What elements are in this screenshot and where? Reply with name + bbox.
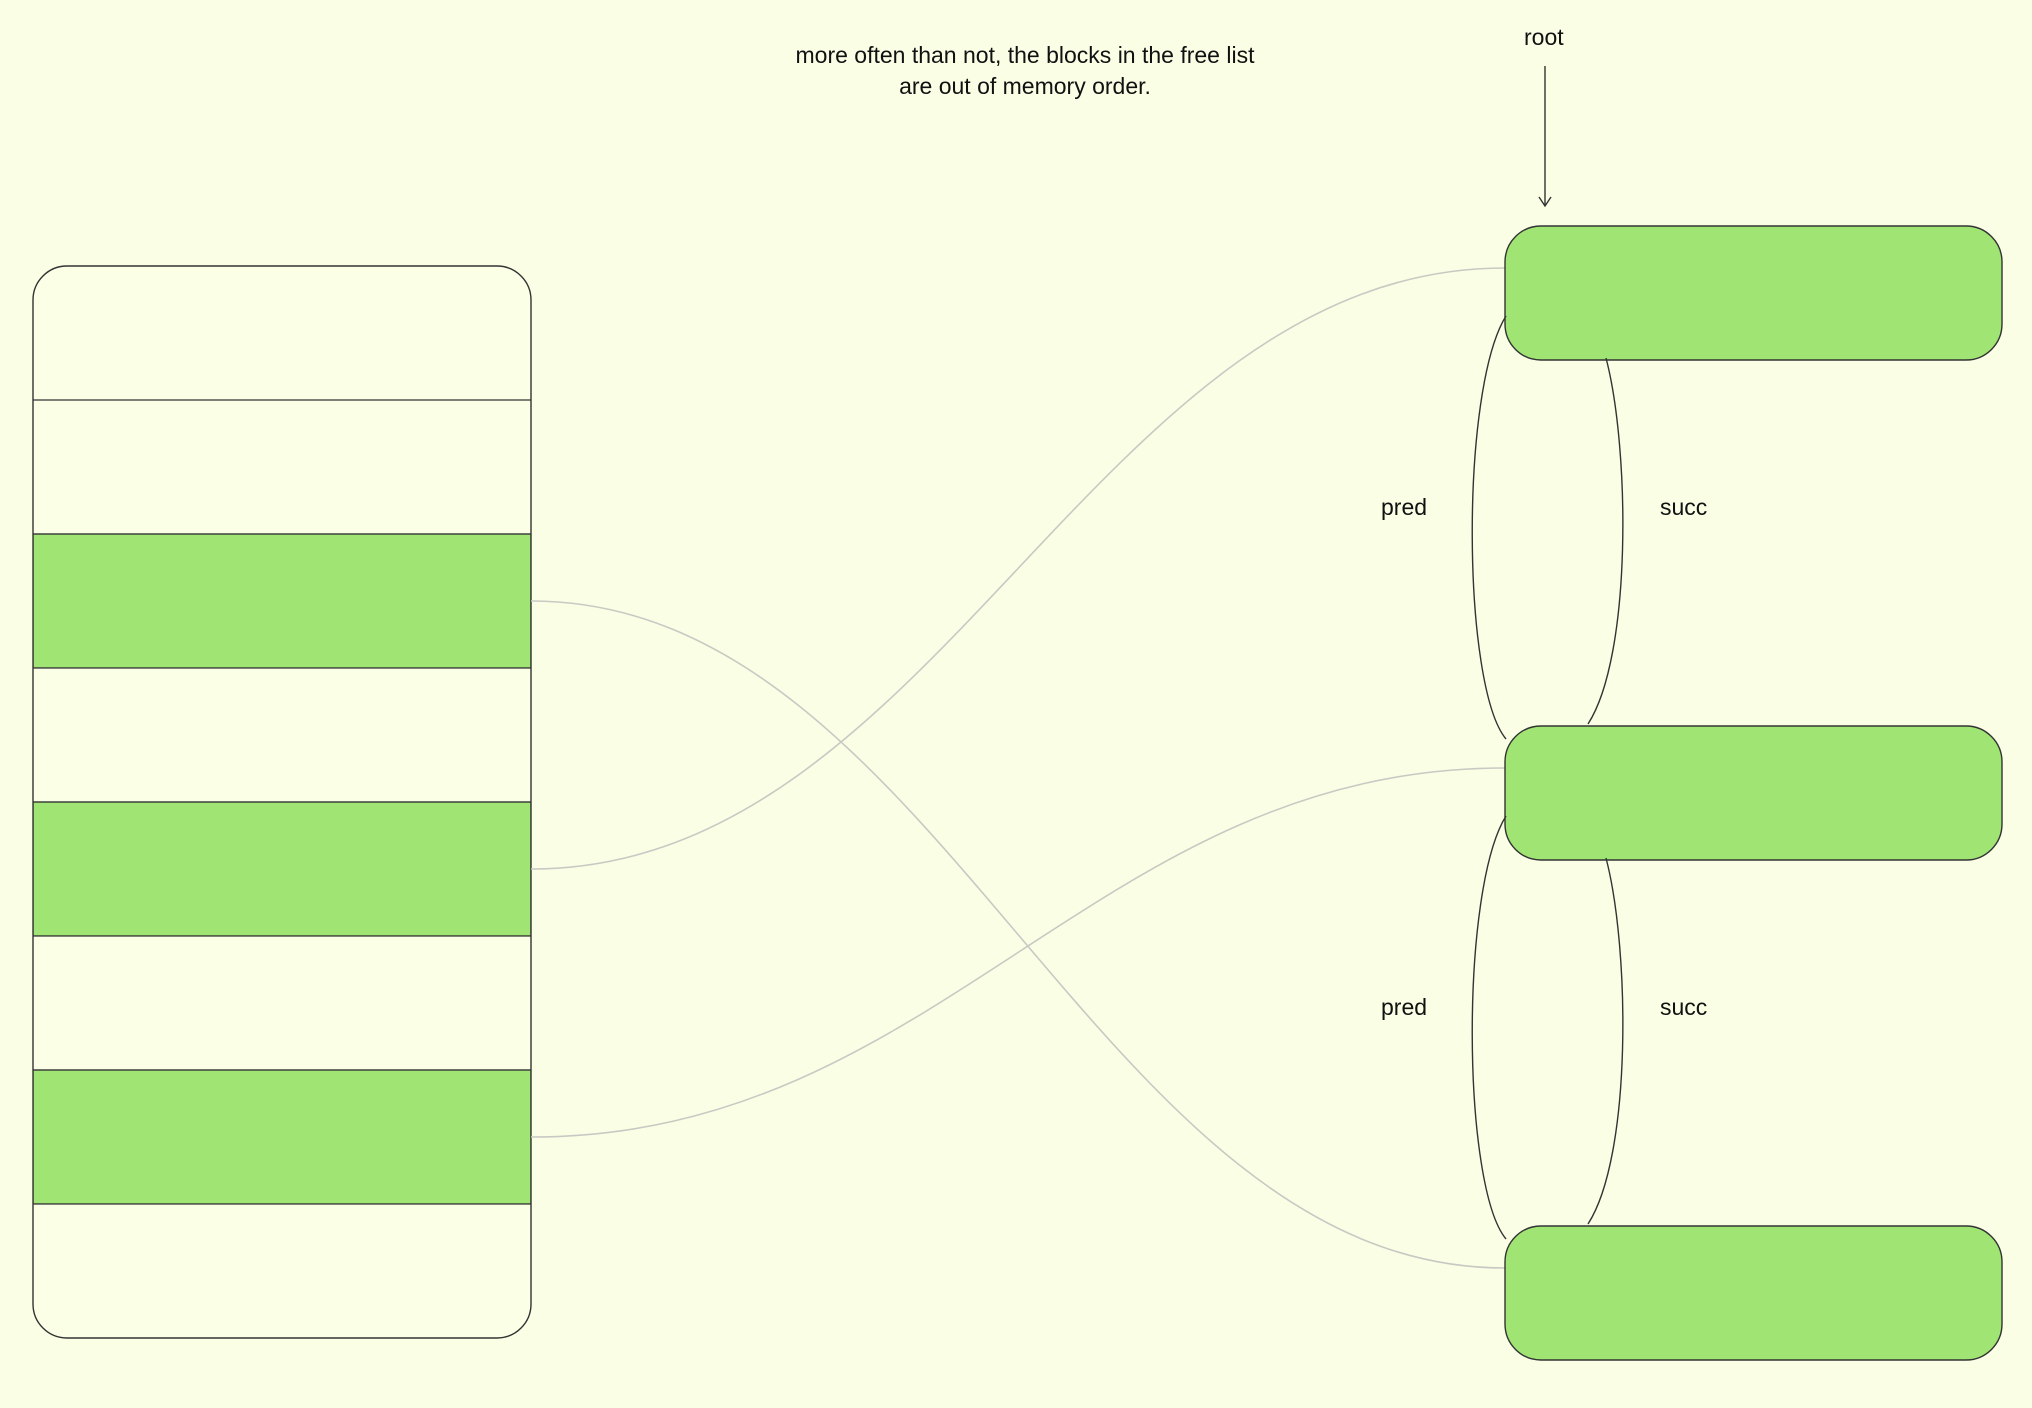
free-memory-block (33, 533, 531, 669)
allocated-memory-block (33, 1204, 531, 1338)
free-memory-block (33, 801, 531, 937)
succ-label-2: succ (1660, 994, 1708, 1020)
allocated-memory-block (33, 266, 531, 400)
free-list-node (1504, 225, 2003, 361)
free-list-node (1504, 1225, 2003, 1361)
succ-link (1587, 357, 1624, 725)
memory-column (32, 265, 532, 1339)
memory-to-list-connectors (530, 267, 1506, 1269)
root-label: root (1524, 24, 1564, 50)
free-list-diagram (32, 66, 2003, 1361)
pred-label-2: pred (1381, 994, 1428, 1020)
caption-line-1: more often than not, the blocks in the f… (795, 42, 1255, 68)
free-list-node (1504, 725, 2003, 861)
pred-link (1471, 315, 1507, 740)
free-list-nodes (1504, 225, 2003, 1361)
succ-link (1587, 857, 1624, 1225)
allocated-memory-block (33, 668, 531, 802)
memory-to-node-connector (530, 267, 1506, 870)
caption-line-2: are out of memory order. (899, 73, 1151, 99)
succ-label-1: succ (1660, 494, 1708, 520)
allocated-memory-block (33, 400, 531, 534)
allocated-memory-block (33, 936, 531, 1070)
free-memory-block (33, 1069, 531, 1205)
diagram-caption: more often than not, the blocks in the f… (760, 40, 1290, 102)
memory-to-node-connector (530, 600, 1506, 1269)
memory-to-node-connector (530, 767, 1506, 1138)
pred-label-1: pred (1381, 494, 1428, 520)
pred-link (1471, 815, 1507, 1240)
